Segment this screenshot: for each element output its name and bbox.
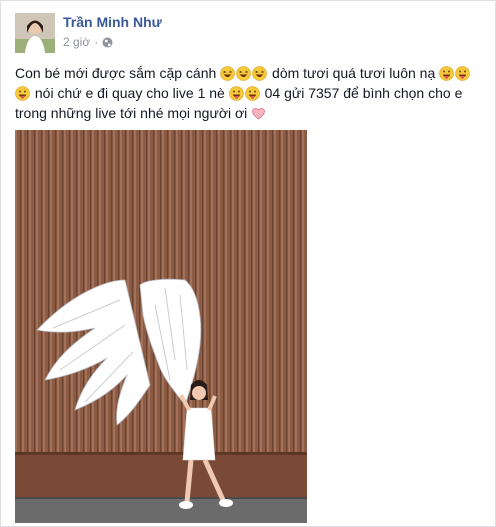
- avatar[interactable]: [15, 13, 55, 53]
- post-text-part-1: Con bé mới được sắm cặp cánh: [15, 65, 221, 81]
- grinning-squint-emoji-icon: [252, 66, 267, 81]
- post-photo[interactable]: [15, 130, 307, 523]
- tongue-out-emoji-icon: [228, 86, 244, 101]
- heart-emoji-icon: [251, 106, 266, 121]
- tongue-out-emoji-icon: [439, 66, 454, 81]
- post-text-part-2: dòm tươi quá tươi luôn nạ: [268, 65, 440, 81]
- tongue-out-emoji-icon: [455, 66, 470, 81]
- post-header: Trần Minh Như 2 giờ ·: [15, 13, 475, 53]
- grinning-squint-emoji-icon: [220, 66, 235, 81]
- post-timestamp[interactable]: 2 giờ: [63, 35, 90, 49]
- post-text-part-3: nói chứ e đi quay cho live 1 nè: [31, 85, 229, 101]
- globe-icon[interactable]: [102, 37, 113, 48]
- tongue-out-emoji-icon: [15, 86, 30, 101]
- meta-separator: ·: [94, 35, 99, 49]
- post-text: Con bé mới được sắm cặp cánh dòm tươi qu…: [15, 63, 485, 123]
- post-meta: 2 giờ ·: [63, 35, 113, 49]
- author-name[interactable]: Trần Minh Như: [63, 14, 162, 30]
- facebook-post: Trần Minh Như 2 giờ · Con bé mới được sắ…: [0, 0, 496, 527]
- grinning-squint-emoji-icon: [236, 66, 251, 81]
- tongue-out-emoji-icon: [244, 86, 260, 101]
